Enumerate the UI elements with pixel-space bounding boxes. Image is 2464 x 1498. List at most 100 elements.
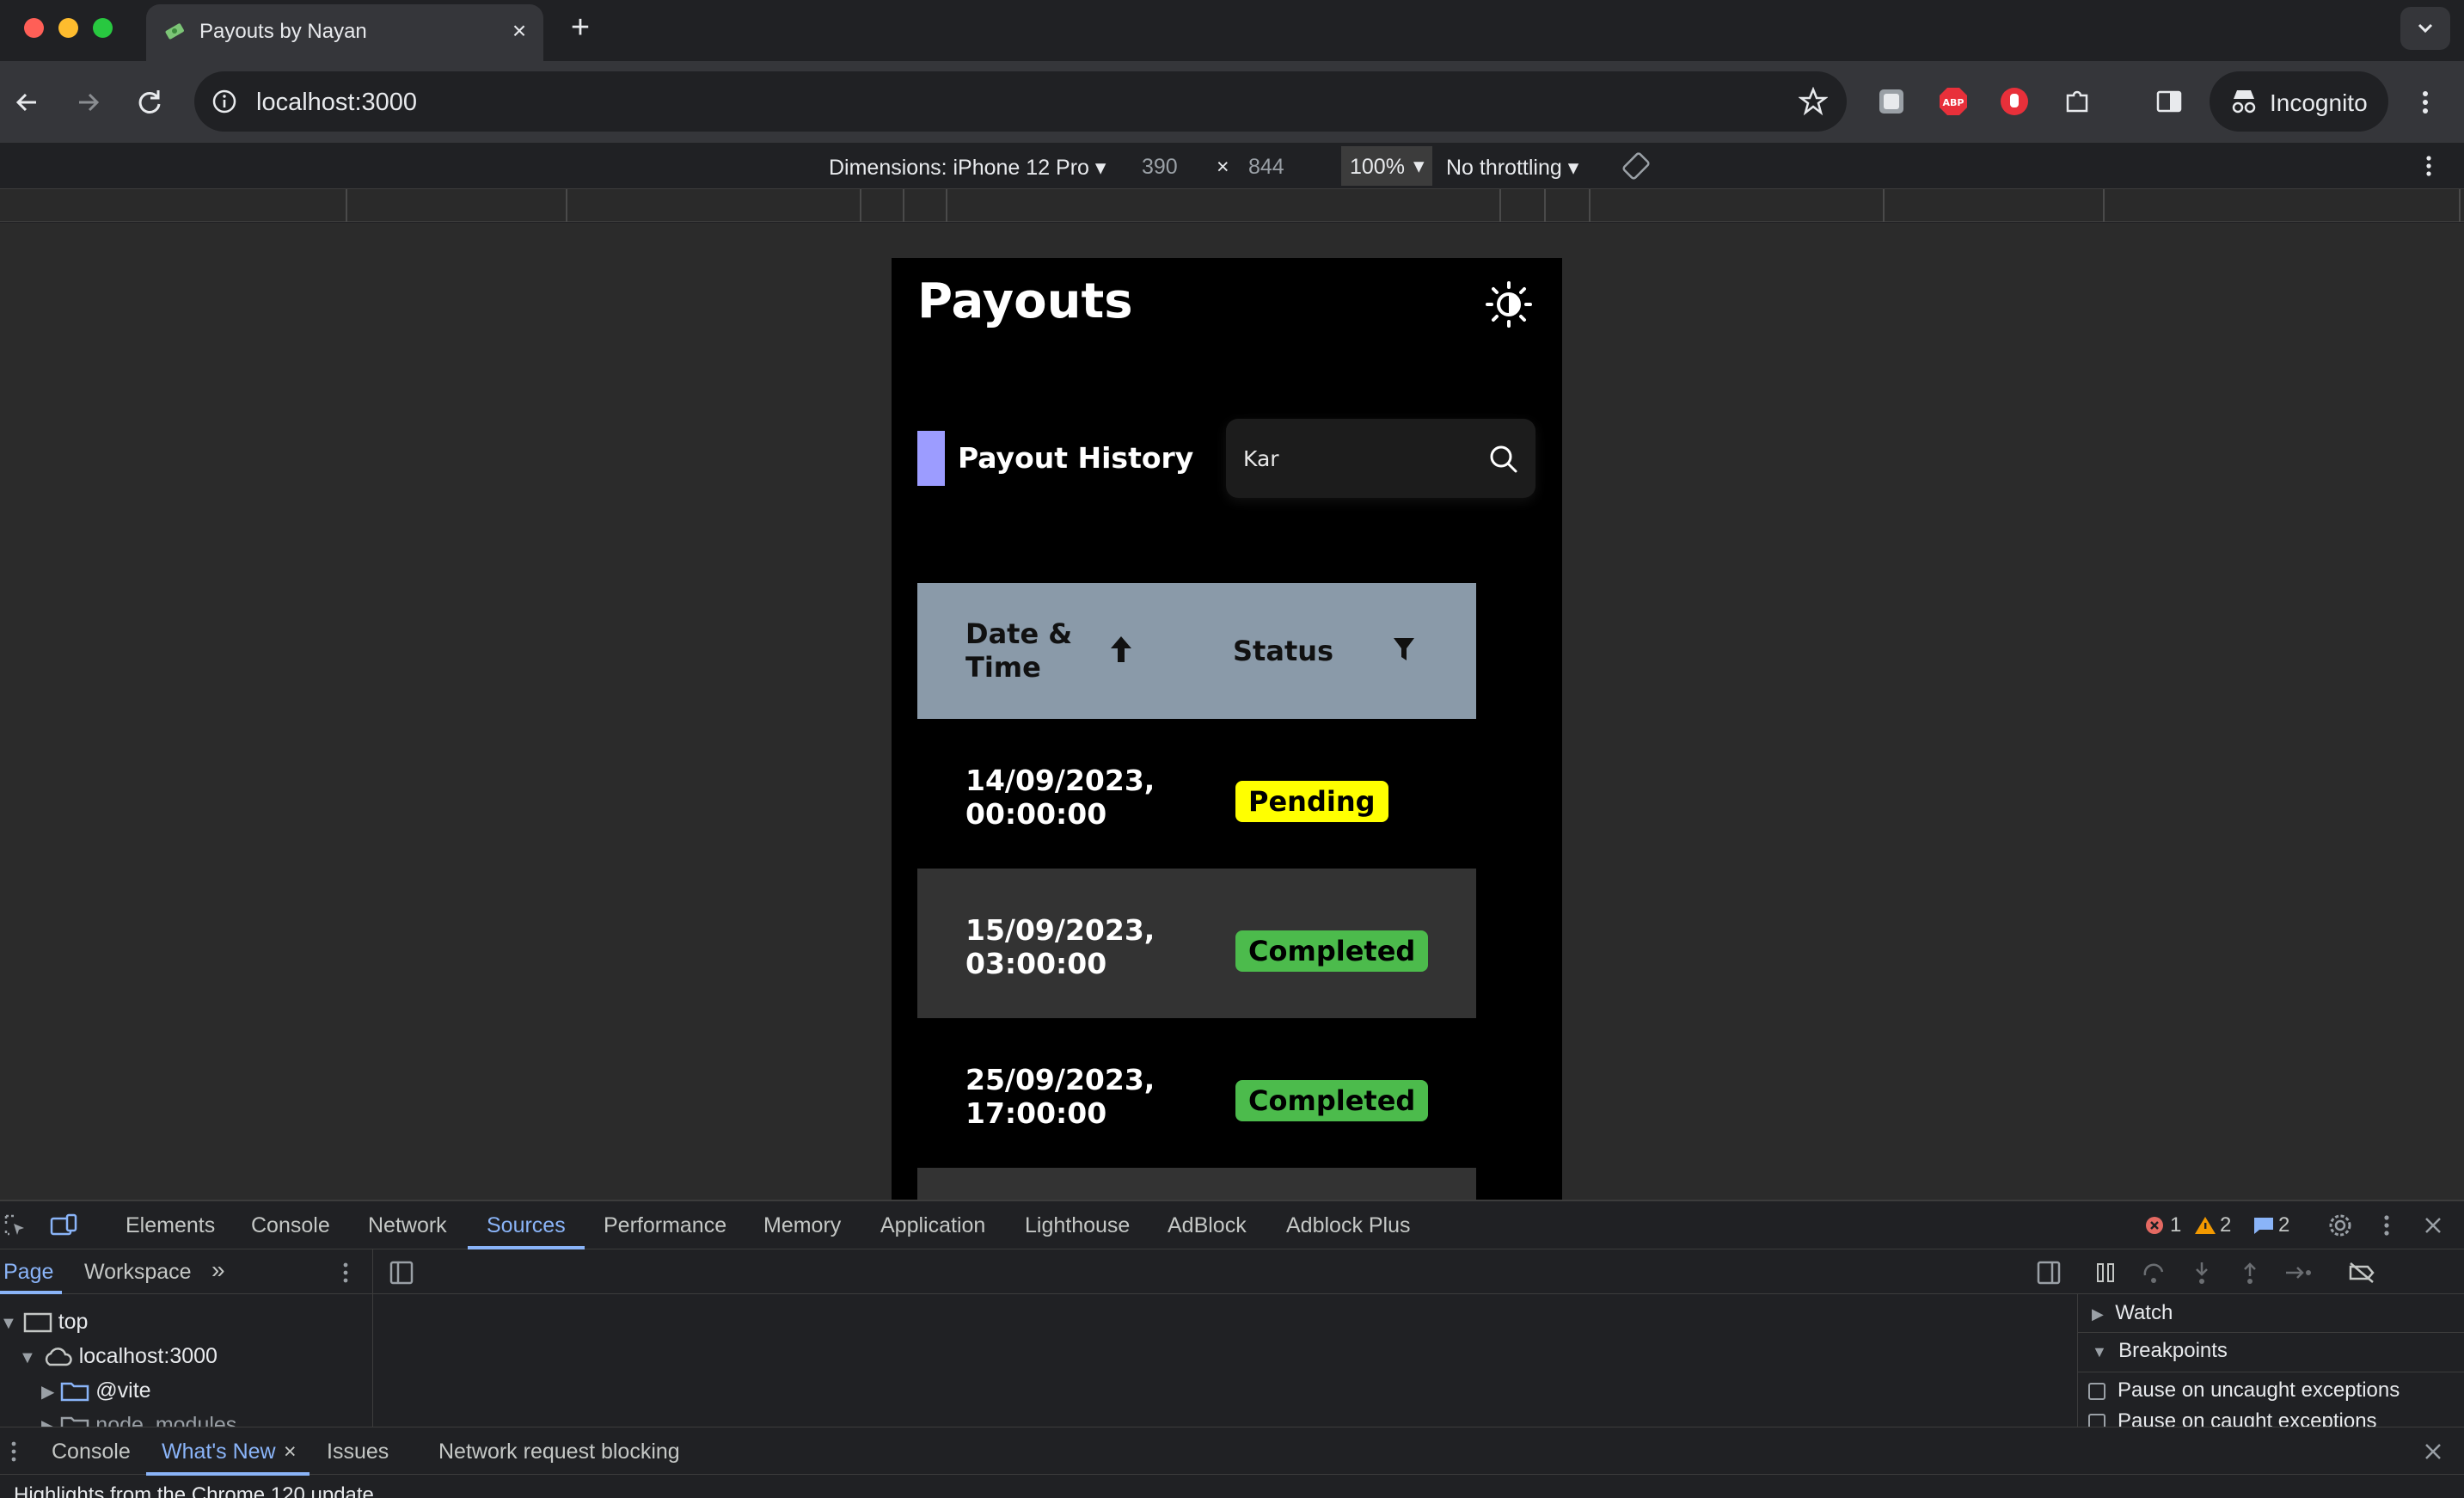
window-zoom-button[interactable] [93, 18, 113, 38]
devtools-close-icon[interactable] [2421, 1213, 2445, 1237]
table-row[interactable]: 15/09/2023, 03:00:00 Completed [917, 869, 1476, 1018]
devtools-tab-performance[interactable]: Performance [604, 1213, 726, 1238]
tab-close-icon[interactable]: × [506, 18, 533, 46]
search-icon[interactable] [1488, 444, 1519, 475]
incognito-indicator[interactable]: Incognito [2210, 71, 2388, 132]
breakpoints-section[interactable]: ▼ Breakpoints [2092, 1339, 2228, 1363]
breakpoints-label: Breakpoints [2118, 1339, 2228, 1362]
page-title: Payouts [917, 273, 1133, 329]
step-into-icon[interactable] [2189, 1260, 2215, 1286]
zoom-label: 100% [1350, 155, 1405, 179]
toggle-debugger-icon[interactable] [2036, 1260, 2062, 1286]
step-icon[interactable] [2283, 1260, 2314, 1286]
step-over-icon[interactable] [2141, 1260, 2167, 1286]
tree-label-host: localhost:3000 [78, 1344, 218, 1368]
browser-tab[interactable]: Payouts by Nayan × [146, 4, 543, 61]
inspect-element-icon[interactable] [3, 1213, 28, 1237]
search-input[interactable] [1243, 443, 1467, 474]
devtools-tab-network[interactable]: Network [368, 1213, 447, 1238]
drawer-tab-network-blocking[interactable]: Network request blocking [438, 1440, 680, 1464]
window-minimize-button[interactable] [58, 18, 78, 38]
devtools-tab-sources[interactable]: Sources [487, 1213, 566, 1238]
table-row[interactable]: 14/09/2023, 00:00:00 Pending [917, 719, 1476, 869]
back-icon[interactable] [10, 85, 45, 120]
dimensions-dropdown[interactable]: Dimensions: iPhone 12 Pro ▾ [829, 155, 1106, 181]
column-header-date[interactable]: Date & Time [965, 617, 1094, 685]
zoom-dropdown[interactable]: 100% ▾ [1341, 146, 1432, 186]
drawer-tab-close-icon[interactable]: × [284, 1440, 297, 1464]
side-panel-icon[interactable] [2153, 85, 2185, 118]
new-tab-button[interactable]: + [563, 10, 598, 45]
extension-icon[interactable] [1875, 85, 1908, 118]
drawer-tab-console[interactable]: Console [52, 1440, 131, 1464]
adblock-hand-icon[interactable] [1998, 85, 2031, 118]
devtools-tab-lighthouse[interactable]: Lighthouse [1025, 1213, 1130, 1238]
toggle-navigator-icon[interactable] [389, 1260, 414, 1286]
rotate-icon[interactable] [1620, 150, 1652, 182]
bookmark-star-icon[interactable] [1799, 87, 1828, 116]
table-row[interactable] [917, 1168, 1476, 1200]
window-close-button[interactable] [24, 18, 44, 38]
device-toolbar: Dimensions: iPhone 12 Pro ▾ 390 × 844 10… [0, 143, 2464, 189]
media-query-ruler[interactable] [0, 189, 2464, 222]
message-icon [2254, 1218, 2273, 1234]
reload-icon[interactable] [132, 85, 167, 120]
url-text[interactable]: localhost:3000 [256, 89, 417, 117]
devtools-tab-console[interactable]: Console [251, 1213, 330, 1238]
extensions-puzzle-icon[interactable] [2061, 85, 2093, 118]
devtools-more-icon[interactable] [2375, 1212, 2399, 1239]
settings-gear-icon[interactable] [2326, 1212, 2354, 1239]
folder-icon [61, 1383, 89, 1402]
payout-table: Date & Time Status 14/09/2023, 00:00:00 … [917, 583, 1476, 1200]
device-toggle-icon[interactable] [50, 1213, 77, 1237]
theme-toggle-sun-icon[interactable] [1485, 280, 1533, 328]
devtools-tab-elements[interactable]: Elements [126, 1213, 215, 1238]
filter-icon[interactable] [1393, 636, 1415, 662]
tab-search-button[interactable] [2400, 7, 2450, 50]
pause-uncaught-checkbox[interactable] [2088, 1382, 2105, 1400]
status-badge: Completed [1235, 1080, 1429, 1121]
message-count[interactable]: 2 [2278, 1213, 2289, 1237]
device-more-icon[interactable] [2416, 150, 2442, 182]
warning-count[interactable]: 2 [2220, 1213, 2231, 1237]
tree-item-host[interactable]: ▼ localhost:3000 [19, 1344, 218, 1369]
drawer-close-icon[interactable] [2421, 1440, 2445, 1464]
pause-icon[interactable] [2093, 1260, 2118, 1286]
column-header-status[interactable]: Status [1233, 635, 1333, 667]
incognito-label: Incognito [2270, 89, 2368, 116]
throttling-dropdown[interactable]: No throttling ▾ [1446, 155, 1578, 181]
row-date: 15/09/2023, 03:00:00 [965, 913, 1155, 980]
more-vert-icon[interactable] [2412, 85, 2438, 120]
width-input[interactable]: 390 [1142, 155, 1178, 180]
device-viewport: Payouts Payout History Date & Time [0, 223, 2464, 1200]
watch-section[interactable]: ▶ Watch [2092, 1301, 2173, 1325]
drawer-menu-icon[interactable] [5, 1438, 22, 1465]
devtools-tab-memory[interactable]: Memory [763, 1213, 841, 1238]
deactivate-breakpoints-icon[interactable] [2347, 1260, 2376, 1286]
tree-item-top[interactable]: ▼ top [0, 1310, 88, 1335]
adblock-plus-icon[interactable]: ABP [1937, 85, 1970, 118]
row-date: 25/09/2023, 17:00:00 [965, 1063, 1155, 1130]
address-bar[interactable]: localhost:3000 [194, 71, 1847, 132]
table-header: Date & Time Status [917, 583, 1476, 719]
devtools-tab-adblock-plus[interactable]: Adblock Plus [1286, 1213, 1411, 1238]
error-count[interactable]: 1 [2170, 1213, 2181, 1237]
devtools-tab-application[interactable]: Application [880, 1213, 985, 1238]
table-row[interactable]: 25/09/2023, 17:00:00 Completed [917, 1018, 1476, 1168]
height-input[interactable]: 844 [1248, 155, 1284, 180]
tab-strip: Payouts by Nayan × + [0, 0, 2464, 61]
drawer-tab-issues[interactable]: Issues [327, 1440, 389, 1464]
drawer-tab-whats-new[interactable]: What's New [162, 1440, 276, 1464]
site-info-icon[interactable] [211, 89, 237, 114]
sort-arrow-up-icon[interactable] [1108, 635, 1134, 664]
incognito-icon [2232, 90, 2256, 114]
step-out-icon[interactable] [2237, 1260, 2263, 1286]
row-date: 14/09/2023, 00:00:00 [965, 764, 1155, 831]
pause-uncaught-option[interactable]: Pause on uncaught exceptions [2088, 1378, 2400, 1403]
search-box[interactable] [1226, 419, 1535, 498]
app-screen: Payouts Payout History Date & Time [892, 258, 1562, 1200]
devtools-tab-adblock[interactable]: AdBlock [1168, 1213, 1247, 1238]
tree-item-vite[interactable]: ▶ @vite [41, 1378, 151, 1403]
forward-icon[interactable] [70, 85, 105, 120]
section-title: Payout History [958, 441, 1194, 475]
